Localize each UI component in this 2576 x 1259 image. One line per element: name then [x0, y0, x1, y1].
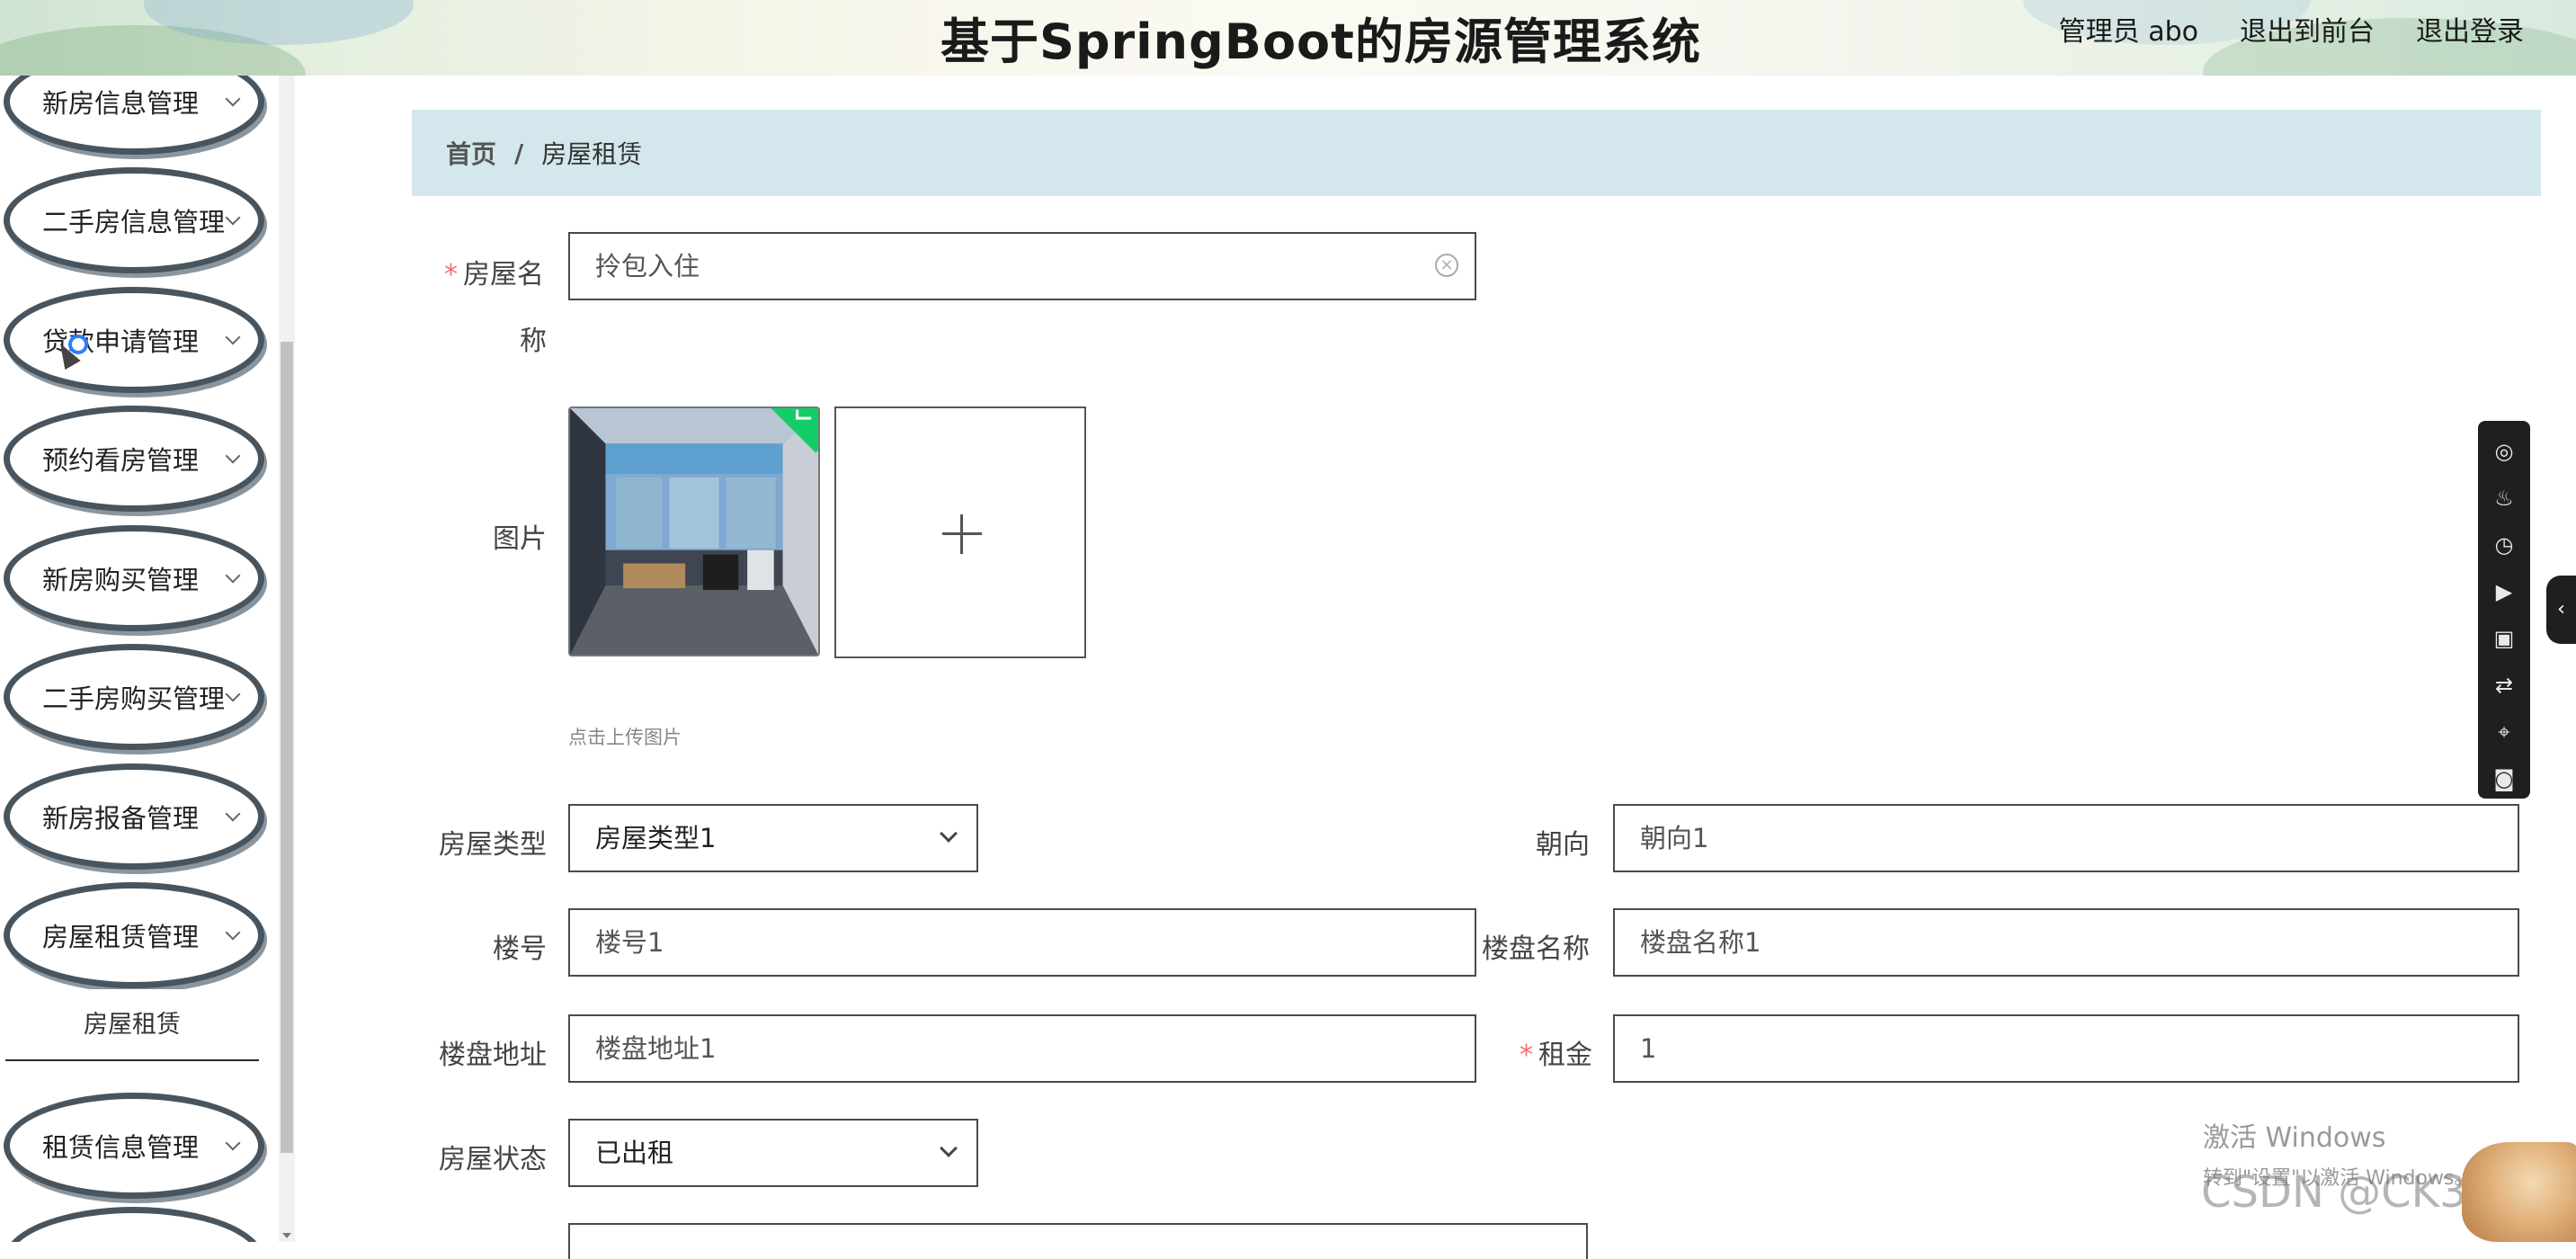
- sidebar-item-new-house-info[interactable]: 新房信息管理: [4, 76, 264, 155]
- sidebar-item-label: 新房购买管理: [42, 565, 200, 595]
- breadcrumb: 首页 / 房屋租赁: [412, 110, 2541, 196]
- orientation-label: 朝向: [1536, 829, 1590, 861]
- breadcrumb-separator: /: [514, 138, 524, 168]
- refresh-tool-icon[interactable]: ◷: [2488, 522, 2520, 568]
- chevron-down-icon: [225, 924, 241, 941]
- room-photo: [570, 408, 818, 655]
- chevron-down-icon: [225, 806, 241, 822]
- breadcrumb-current: 房屋租赁: [541, 139, 643, 169]
- rent-label: * 租金: [1520, 1040, 1592, 1071]
- sidebar-scrollbar[interactable]: [279, 76, 295, 1242]
- sidebar-item-new-report[interactable]: 新房报备管理: [4, 763, 264, 870]
- swap-tool-icon[interactable]: ⇄: [2488, 662, 2520, 709]
- building-no-input[interactable]: 楼号1: [568, 908, 1476, 977]
- picture-label: 图片: [493, 523, 547, 555]
- house-name-label: * 房屋名: [444, 259, 544, 290]
- sidebar-item-label: 新房信息管理: [42, 88, 200, 119]
- sidebar-item-label: 预约看房管理: [42, 445, 200, 476]
- orientation-input[interactable]: 朝向1: [1613, 804, 2519, 872]
- sidebar-menu: 新房信息管理 二手房信息管理 贷款申请管理 预约看房管理 新房购买管理 二手房购…: [0, 76, 275, 1242]
- scroll-down-arrow-icon[interactable]: [282, 1233, 291, 1238]
- estate-name-input[interactable]: 楼盘名称1: [1613, 908, 2519, 977]
- scrollbar-thumb[interactable]: [281, 342, 293, 1153]
- next-field-partial[interactable]: [568, 1223, 1588, 1259]
- sidebar-item-new-purchase[interactable]: 新房购买管理: [4, 525, 264, 631]
- top-nav: 管理员 abo 退出到前台 退出登录: [2059, 9, 2524, 49]
- estate-name-label: 楼盘名称: [1482, 933, 1590, 965]
- chevron-down-icon: [225, 329, 241, 345]
- sidebar-item-rental-info[interactable]: 租赁信息管理: [4, 1093, 264, 1199]
- sidebar-item-partial[interactable]: [4, 1207, 264, 1242]
- loading-cursor-icon: [68, 335, 88, 354]
- upload-picture-button[interactable]: [834, 406, 1086, 658]
- house-status-select[interactable]: 已出租: [568, 1119, 978, 1187]
- floating-toolbar: ◎ ♨ ◷ ▶ ▣ ⇄ ⌖ ◙: [2478, 421, 2530, 799]
- sidebar-item-label: 二手房购买管理: [42, 683, 226, 714]
- admin-user-link[interactable]: 管理员 abo: [2059, 9, 2198, 49]
- crop-tool-icon[interactable]: ⌖: [2488, 709, 2520, 755]
- chevron-down-icon: [225, 686, 241, 702]
- house-name-label-cont: 称: [520, 326, 547, 357]
- sidebar-item-second-hand-info[interactable]: 二手房信息管理: [4, 167, 264, 273]
- required-mark: *: [444, 259, 458, 290]
- house-type-select[interactable]: 房屋类型1: [568, 804, 978, 872]
- sidebar-item-label: 租赁信息管理: [42, 1132, 200, 1163]
- rent-input[interactable]: 1: [1613, 1014, 2519, 1083]
- video-tool-icon[interactable]: ▶: [2488, 568, 2520, 615]
- upload-tip: 点击上传图片: [568, 727, 682, 748]
- collapse-panel-icon[interactable]: ‹: [2546, 576, 2576, 644]
- clear-icon[interactable]: ×: [1435, 254, 1458, 277]
- house-name-input[interactable]: 拎包入住 ×: [568, 232, 1476, 300]
- chevron-down-icon: [940, 825, 958, 843]
- sidebar-subitem-house-rental[interactable]: 房屋租赁: [5, 989, 259, 1061]
- logout-link[interactable]: 退出登录: [2416, 9, 2524, 49]
- sidebar-item-rental[interactable]: 房屋租赁管理: [4, 882, 264, 988]
- uploaded-image[interactable]: [568, 406, 820, 656]
- estate-address-input[interactable]: 楼盘地址1: [568, 1014, 1476, 1083]
- house-type-label: 房屋类型: [439, 829, 547, 861]
- house-status-label: 房屋状态: [439, 1144, 547, 1175]
- camera-tool-icon[interactable]: ◙: [2488, 755, 2520, 802]
- building-no-label: 楼号: [493, 933, 547, 965]
- breadcrumb-home[interactable]: 首页: [446, 135, 496, 171]
- required-mark: *: [1520, 1040, 1533, 1071]
- chevron-down-icon: [225, 567, 241, 584]
- sidebar-item-label: 二手房信息管理: [42, 207, 226, 237]
- dog-sticker-image: [2462, 1142, 2576, 1242]
- chevron-down-icon: [225, 448, 241, 464]
- plus-icon: [960, 514, 963, 554]
- sidebar-item-label: 新房报备管理: [42, 803, 200, 834]
- sidebar-item-loan[interactable]: 贷款申请管理: [4, 287, 264, 393]
- chevron-down-icon: [225, 91, 241, 107]
- sidebar-item-viewing[interactable]: 预约看房管理: [4, 406, 264, 512]
- estate-address-label: 楼盘地址: [439, 1040, 547, 1071]
- header-banner: 基于SpringBoot的房源管理系统 管理员 abo 退出到前台 退出登录: [0, 0, 2576, 76]
- search-tool-icon[interactable]: ◎: [2488, 428, 2520, 475]
- sidebar-item-label: 房屋租赁管理: [42, 922, 200, 952]
- chevron-down-icon: [225, 210, 241, 226]
- chevron-down-icon: [225, 1135, 241, 1151]
- site-title: 基于SpringBoot的房源管理系统: [940, 13, 1701, 70]
- record-tool-icon[interactable]: ▣: [2488, 615, 2520, 662]
- chevron-down-icon: [940, 1139, 958, 1157]
- sidebar-item-second-purchase[interactable]: 二手房购买管理: [4, 644, 264, 750]
- hot-tool-icon[interactable]: ♨: [2488, 475, 2520, 522]
- back-to-front-link[interactable]: 退出到前台: [2240, 9, 2375, 49]
